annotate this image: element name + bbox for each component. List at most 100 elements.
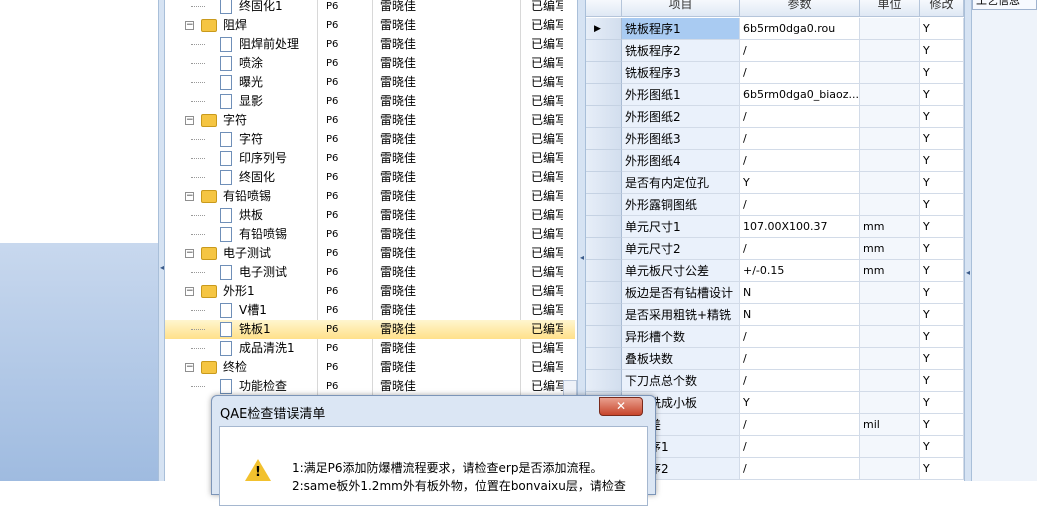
tree-row[interactable]: 成品清洗1 P6 雷晓佳 已编写 [165, 339, 575, 358]
grid-row[interactable]: 外形图纸3/ Y [586, 128, 964, 150]
param-name-cell[interactable]: 板边是否有钻槽设计 [622, 282, 740, 304]
collapse-icon[interactable]: − [185, 287, 194, 296]
row-selector[interactable] [586, 282, 622, 304]
grid-row[interactable]: 异形槽个数 / Y [586, 326, 964, 348]
collapse-icon[interactable]: − [185, 363, 194, 372]
param-value-cell[interactable]: / [740, 436, 860, 458]
row-selector[interactable] [586, 40, 622, 62]
row-selector[interactable] [586, 304, 622, 326]
row-selector[interactable] [586, 128, 622, 150]
row-selector[interactable] [586, 370, 622, 392]
param-modify-cell[interactable]: Y [920, 260, 964, 282]
row-selector[interactable] [586, 216, 622, 238]
param-value-cell[interactable]: / [740, 326, 860, 348]
tree-row[interactable]: − 字符 P6 雷晓佳 已编写 [165, 111, 575, 130]
row-selector[interactable] [586, 150, 622, 172]
param-modify-cell[interactable]: Y [920, 216, 964, 238]
row-selector[interactable] [586, 106, 622, 128]
tree-row[interactable]: 曝光 P6 雷晓佳 已编写 [165, 73, 575, 92]
grid-row[interactable]: ▶ 铣板程序1 6b5rm0dga0.rou Y [586, 18, 964, 40]
param-value-cell[interactable]: Y [740, 172, 860, 194]
tree-row[interactable]: − 电子测试 P6 雷晓佳 已编写 [165, 244, 575, 263]
row-selector[interactable] [586, 194, 622, 216]
param-value-cell[interactable]: 107.00X100.37 [740, 216, 860, 238]
tree-row[interactable]: 喷涂 P6 雷晓佳 已编写 [165, 54, 575, 73]
param-value-cell[interactable]: / [740, 238, 860, 260]
param-name-cell[interactable]: 异形槽个数 [622, 326, 740, 348]
param-unit-cell[interactable] [860, 458, 920, 480]
grid-row[interactable]: 下刀点总个数 / Y [586, 370, 964, 392]
param-value-cell[interactable]: N [740, 282, 860, 304]
param-value-cell[interactable]: / [740, 194, 860, 216]
grid-row[interactable]: 是否采用粗铣+精铣 N Y [586, 304, 964, 326]
dialog-close-button[interactable]: ✕ [599, 397, 643, 416]
param-modify-cell[interactable]: Y [920, 194, 964, 216]
param-name-cell[interactable]: 下刀点总个数 [622, 370, 740, 392]
collapse-icon[interactable]: − [185, 116, 194, 125]
grid-row[interactable]: 外形图纸2/ Y [586, 106, 964, 128]
param-modify-cell[interactable]: Y [920, 326, 964, 348]
param-modify-cell[interactable]: Y [920, 370, 964, 392]
param-modify-cell[interactable]: Y [920, 304, 964, 326]
tree-row[interactable]: 印序列号 P6 雷晓佳 已编写 [165, 149, 575, 168]
param-modify-cell[interactable]: Y [920, 40, 964, 62]
row-selector[interactable] [586, 238, 622, 260]
grid-row[interactable]: 单元板尺寸公差 +/-0.15 mm Y [586, 260, 964, 282]
row-selector[interactable] [586, 62, 622, 84]
collapse-icon[interactable]: − [185, 249, 194, 258]
param-modify-cell[interactable]: Y [920, 348, 964, 370]
row-selector[interactable] [586, 260, 622, 282]
grid-header-item[interactable]: 项目 [622, 0, 740, 17]
tree-row[interactable]: 显影 P6 雷晓佳 已编写 [165, 92, 575, 111]
param-unit-cell[interactable] [860, 172, 920, 194]
param-modify-cell[interactable]: Y [920, 172, 964, 194]
param-unit-cell[interactable] [860, 326, 920, 348]
param-unit-cell[interactable] [860, 304, 920, 326]
param-modify-cell[interactable]: Y [920, 436, 964, 458]
param-unit-cell[interactable] [860, 370, 920, 392]
param-unit-cell[interactable] [860, 40, 920, 62]
grid-row[interactable]: 铣板程序2/ Y [586, 40, 964, 62]
param-modify-cell[interactable]: Y [920, 282, 964, 304]
tree-row[interactable]: − 阻焊 P6 雷晓佳 已编写 [165, 16, 575, 35]
param-unit-cell[interactable]: mil [860, 414, 920, 436]
splitter-arrow-icon[interactable]: ◂ [160, 263, 164, 273]
param-name-cell[interactable]: 单元尺寸1 [622, 216, 740, 238]
grid-header-unit[interactable]: 单位 [860, 0, 920, 17]
tree-row[interactable]: 烘板 P6 雷晓佳 已编写 [165, 206, 575, 225]
tree-row[interactable]: 字符 P6 雷晓佳 已编写 [165, 130, 575, 149]
param-unit-cell[interactable] [860, 18, 920, 40]
param-value-cell[interactable]: / [740, 128, 860, 150]
param-name-cell[interactable]: 铣板程序3 [622, 62, 740, 84]
param-name-cell[interactable]: 外形图纸1 [622, 84, 740, 106]
param-value-cell[interactable]: +/-0.15 [740, 260, 860, 282]
collapse-icon[interactable]: − [185, 192, 194, 201]
param-name-cell[interactable]: 单元板尺寸公差 [622, 260, 740, 282]
param-value-cell[interactable]: / [740, 62, 860, 84]
param-unit-cell[interactable] [860, 128, 920, 150]
param-value-cell[interactable]: 6b5rm0dga0.rou [740, 18, 860, 40]
param-value-cell[interactable]: N [740, 304, 860, 326]
grid-row[interactable]: 单元尺寸1 107.00X100.37 mm Y [586, 216, 964, 238]
splitter-arrow-icon[interactable]: ◂ [580, 253, 584, 263]
row-selector[interactable] [586, 326, 622, 348]
param-unit-cell[interactable]: mm [860, 238, 920, 260]
param-modify-cell[interactable]: Y [920, 84, 964, 106]
param-unit-cell[interactable] [860, 150, 920, 172]
param-unit-cell[interactable]: mm [860, 260, 920, 282]
grid-row[interactable]: 叠板块数 / Y [586, 348, 964, 370]
param-modify-cell[interactable]: Y [920, 18, 964, 40]
param-modify-cell[interactable]: Y [920, 238, 964, 260]
param-name-cell[interactable]: 铣板程序1 [622, 18, 740, 40]
param-name-cell[interactable]: 外形图纸3 [622, 128, 740, 150]
param-unit-cell[interactable] [860, 106, 920, 128]
param-modify-cell[interactable]: Y [920, 106, 964, 128]
param-unit-cell[interactable] [860, 62, 920, 84]
param-modify-cell[interactable]: Y [920, 414, 964, 436]
grid-row[interactable]: 是否有内定位孔 Y Y [586, 172, 964, 194]
tree-row[interactable]: 终固化1 P6 雷晓佳 已编写 [165, 0, 575, 16]
grid-header-modify[interactable]: 修改 [920, 0, 964, 17]
param-value-cell[interactable]: / [740, 150, 860, 172]
param-value-cell[interactable]: Y [740, 392, 860, 414]
param-name-cell[interactable]: 是否有内定位孔 [622, 172, 740, 194]
